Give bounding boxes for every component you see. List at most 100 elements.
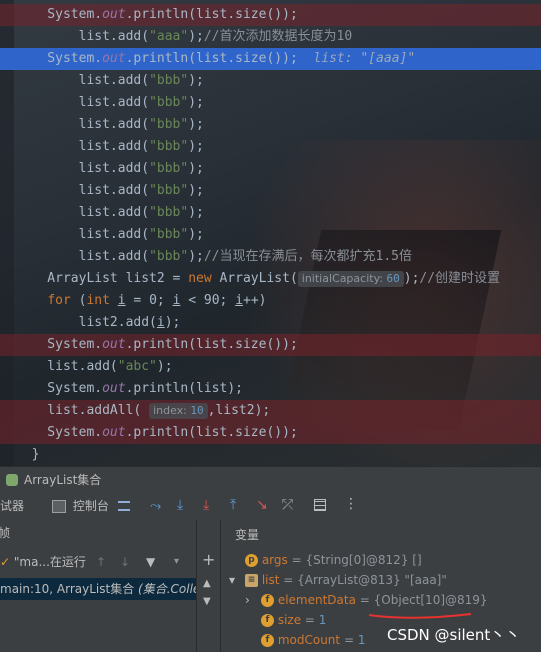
code-token: "bbb" [149,95,189,110]
code-line[interactable]: System.out.println(list); [0,378,541,400]
step-over-icon[interactable]: ⤓ [177,497,183,513]
code-token: ); [403,271,420,286]
code-token: new [188,271,212,286]
code-line[interactable]: ArrayList list2 = new ArrayList(initialC… [0,268,541,290]
code-token: } [16,447,40,462]
force-step-icon[interactable]: ⤱ [282,497,293,513]
dropdown-icon[interactable]: ▾ [174,552,179,572]
code-line[interactable]: System.out.println(list.size()); [0,4,541,26]
frame-class: (集合.Collec [138,582,196,596]
variable-row[interactable]: f modCount = 1 [245,630,365,650]
tab-debugger[interactable]: 调试器 [0,492,33,522]
code-editor[interactable]: System.out.println(list.size()); list.ad… [0,0,541,466]
parameter-hint-label: initialCapacity: [301,272,383,285]
more-icon[interactable]: ⋮ [344,496,358,512]
menu-icon[interactable] [118,501,130,511]
code-line[interactable]: list.addAll( index: 10 ,list2); [0,400,541,422]
code-token: list2.add( [16,315,157,330]
code-line[interactable]: System.out.println(list.size()); [0,334,541,356]
code-line[interactable]: list.add("bbb");//当现在存满后，每次都扩充1.5倍 [0,246,541,268]
code-token: out [102,381,126,396]
code-line[interactable]: list.add("bbb"); [0,136,541,158]
tab-debugger-label: 调试器 [0,499,25,513]
show-execution-point-icon[interactable]: ⤳ [150,498,161,514]
code-line[interactable]: list.add("bbb"); [0,70,541,92]
code-token: list.add( [16,249,150,264]
code-token: ); [188,227,204,242]
code-line[interactable]: list.add("aaa");//首次添加数据长度为10 [0,26,541,48]
code-token: System. [16,51,103,66]
code-token: ); [188,161,204,176]
code-token: list: "[aaa]" [313,51,416,66]
panel-splitter[interactable]: + ▲ ▼ [196,520,221,652]
code-token: System. [16,337,103,352]
up-arrow-icon[interactable]: ↑ [96,552,106,572]
code-token: list.add( [16,227,150,242]
code-token: list.add( [16,205,150,220]
evaluate-expression-icon[interactable] [314,499,326,511]
code-line[interactable]: System.out.println(list.size()); [0,422,541,444]
code-token: "bbb" [149,227,189,242]
code-token: ); [188,205,204,220]
tab-console-label: 控制台 [72,499,109,513]
run-to-cursor-icon[interactable]: ↘ [256,497,268,513]
step-into-icon[interactable]: ⤓ [203,497,209,513]
code-line[interactable]: } [0,444,541,466]
code-line[interactable]: for (int i = 0; i < 90; i++) [0,290,541,312]
variable-meta: = [340,633,358,647]
code-token: System. [16,425,103,440]
parameter-hint: index: 10 [149,403,208,419]
code-token: ); [188,73,204,88]
code-token: "bbb" [149,117,189,132]
code-token: "bbb" [149,73,189,88]
code-token: ); [188,117,204,132]
add-watch-icon[interactable]: + [202,550,215,569]
code-line[interactable]: list.add("bbb"); [0,224,541,246]
code-token: ); [156,359,173,374]
scroll-up-icon[interactable]: ▲ [203,578,211,589]
code-line[interactable]: System.out.println(list.size()); list: "… [0,48,541,70]
code-token: ); [188,95,204,110]
code-token: "bbb" [149,161,189,176]
down-arrow-icon[interactable]: ↓ [120,552,130,572]
code-line[interactable]: list.add("bbb"); [0,202,541,224]
tool-window-title[interactable]: ArrayList集合 [24,467,101,493]
code-token: System. [16,381,103,396]
frame-row[interactable]: main:10, ArrayList集合 (集合.Collec [0,578,196,600]
code-line[interactable]: list.add("bbb"); [0,180,541,202]
variable-value: [] [412,553,422,567]
code-line[interactable]: list.add("abc"); [0,356,541,378]
code-token: list.add( [16,359,118,374]
watermark: CSDN @silent丶丶 [387,626,521,644]
code-line[interactable]: list.add("bbb"); [0,158,541,180]
code-token: ); [188,29,204,44]
step-out-icon[interactable]: ⤒ [230,497,236,513]
code-token: .println(list.size()); [125,337,298,352]
code-line[interactable]: list.add("bbb"); [0,92,541,114]
code-token: out [102,7,126,22]
variables-header: 变量 [235,528,260,542]
code-token: out [102,425,126,440]
variable-row[interactable]: p args = {String[0]@812} [] [229,550,422,570]
tab-console[interactable]: 控制台 [52,492,109,520]
code-token: //创建时设置 [419,271,501,286]
code-token: .println(list.size()); [125,425,298,440]
scroll-down-icon[interactable]: ▼ [203,596,211,607]
variables-panel: 变量 p args = {String[0]@812} [] ▾ ≡ list = … [221,520,541,652]
filter-icon[interactable]: ▼ [146,552,155,572]
variable-row[interactable]: ▾ ≡ list = {ArrayList@813} "[aaa]" [229,570,447,590]
parameter-hint-value: 60 [386,272,400,285]
code-token: < 90; [180,293,236,308]
code-token: ( [70,293,87,308]
collapse-arrow-icon[interactable]: ▾ [229,570,245,590]
parameter-hint: initialCapacity: 60 [297,271,404,287]
code-line[interactable]: list2.add(i); [0,312,541,334]
code-token: ); [188,183,204,198]
code-line[interactable]: list.add("bbb"); [0,114,541,136]
code-token: "aaa" [149,29,189,44]
code-token: ,list2); [207,403,271,418]
thread-selector[interactable]: ✓ "ma...在运行 ↑ ↓ ▼ ▾ [0,552,196,572]
code-token: ); [188,249,204,264]
tool-window-title-bar: ArrayList集合 [0,466,541,493]
